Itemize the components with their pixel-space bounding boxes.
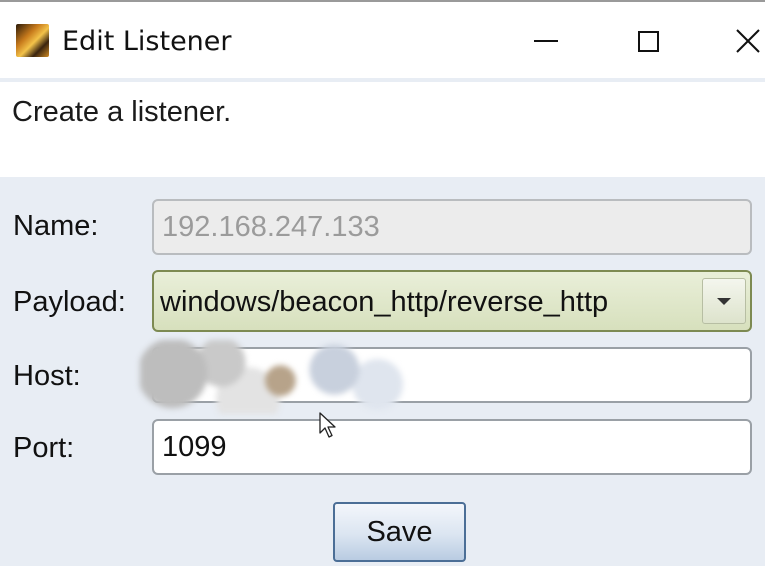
close-icon: [736, 29, 760, 53]
host-label: Host:: [13, 360, 81, 392]
host-redaction-blur: [140, 340, 410, 414]
minimize-button[interactable]: [516, 16, 576, 66]
maximize-button[interactable]: [618, 16, 678, 66]
description-text: Create a listener.: [12, 96, 232, 128]
app-icon: [16, 24, 49, 57]
name-field: [152, 199, 752, 255]
payload-selected-value: windows/beacon_http/reverse_http: [160, 286, 609, 318]
edit-listener-dialog: Edit Listener Create a listener. Name: P…: [0, 0, 765, 566]
payload-dropdown-button[interactable]: [702, 278, 746, 324]
port-label: Port:: [13, 432, 75, 464]
name-label: Name:: [13, 210, 99, 242]
window-title: Edit Listener: [62, 26, 232, 57]
chevron-down-icon: [717, 297, 731, 305]
maximize-icon: [637, 30, 659, 52]
title-bar[interactable]: Edit Listener: [0, 2, 765, 78]
mouse-cursor-icon: [319, 412, 336, 438]
payload-select[interactable]: windows/beacon_http/reverse_http: [152, 270, 752, 332]
description-panel: Create a listener.: [0, 82, 765, 177]
port-field[interactable]: [152, 419, 752, 475]
close-button[interactable]: [718, 16, 765, 66]
payload-label: Payload:: [13, 286, 126, 318]
minimize-icon: [534, 40, 558, 42]
save-button[interactable]: Save: [333, 502, 466, 562]
